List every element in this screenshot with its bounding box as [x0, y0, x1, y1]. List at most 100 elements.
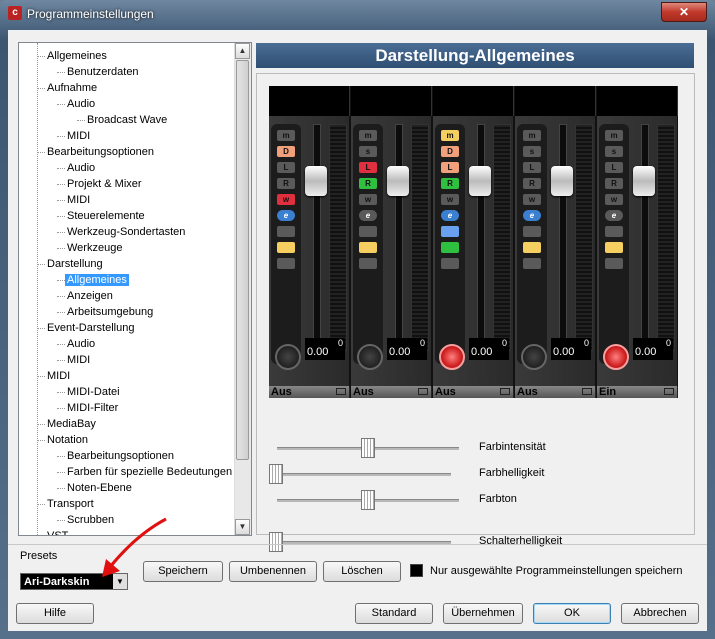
- tree-item[interactable]: MIDI: [67, 192, 90, 208]
- write-button[interactable]: w: [441, 194, 459, 205]
- volume-fader[interactable]: [551, 166, 573, 196]
- tree-item[interactable]: Farben für spezielle Bedeutungen: [67, 464, 232, 480]
- tree-item[interactable]: Audio: [67, 96, 95, 112]
- insert-button[interactable]: [441, 226, 459, 237]
- rename-preset-button[interactable]: Umbenennen: [229, 561, 317, 582]
- scroll-thumb[interactable]: [236, 60, 249, 460]
- mute-button[interactable]: m: [441, 130, 459, 141]
- monitor-button[interactable]: [441, 242, 459, 253]
- write-button[interactable]: w: [277, 194, 295, 205]
- edit-button[interactable]: e: [605, 210, 623, 221]
- edit-button[interactable]: e: [359, 210, 377, 221]
- read-button[interactable]: R: [359, 178, 377, 189]
- read-button[interactable]: R: [523, 178, 541, 189]
- appearance-slider[interactable]: [269, 464, 451, 484]
- solo-button[interactable]: s: [359, 146, 377, 157]
- appearance-slider[interactable]: [277, 438, 459, 458]
- volume-fader[interactable]: [469, 166, 491, 196]
- channel-state-label[interactable]: Aus: [269, 386, 350, 398]
- listen-button[interactable]: L: [605, 162, 623, 173]
- scroll-down-button[interactable]: ▼: [235, 519, 250, 535]
- tree-item[interactable]: Noten-Ebene: [67, 480, 132, 496]
- insert-button[interactable]: [605, 226, 623, 237]
- slider-track[interactable]: [269, 473, 451, 476]
- tree-item[interactable]: Arbeitsumgebung: [67, 304, 153, 320]
- record-enable-button[interactable]: [521, 344, 547, 370]
- volume-fader[interactable]: [305, 166, 327, 196]
- tree-item[interactable]: Werkzeuge: [67, 240, 122, 256]
- slider-thumb[interactable]: [269, 532, 283, 552]
- solo-button[interactable]: s: [523, 146, 541, 157]
- volume-fader[interactable]: [633, 166, 655, 196]
- mute-button[interactable]: m: [605, 130, 623, 141]
- tree-item[interactable]: Broadcast Wave: [87, 112, 167, 128]
- lock-button[interactable]: [359, 258, 377, 269]
- close-button[interactable]: ✕: [661, 2, 707, 22]
- slider-thumb[interactable]: [361, 490, 375, 510]
- tree-item[interactable]: MIDI-Datei: [67, 384, 120, 400]
- channel-state-label[interactable]: Aus: [515, 386, 596, 398]
- mute-button[interactable]: m: [359, 130, 377, 141]
- appearance-slider[interactable]: [269, 532, 451, 552]
- tree-item[interactable]: Audio: [67, 160, 95, 176]
- write-button[interactable]: w: [359, 194, 377, 205]
- scroll-up-button[interactable]: ▲: [235, 43, 250, 59]
- solo-defeat-button[interactable]: D: [277, 146, 295, 157]
- write-button[interactable]: w: [523, 194, 541, 205]
- listen-button[interactable]: L: [359, 162, 377, 173]
- insert-button[interactable]: [359, 226, 377, 237]
- appearance-slider[interactable]: [277, 490, 459, 510]
- read-button[interactable]: R: [441, 178, 459, 189]
- mute-button[interactable]: m: [277, 130, 295, 141]
- tree-item[interactable]: Bearbeitungsoptionen: [47, 144, 154, 160]
- edit-button[interactable]: e: [523, 210, 541, 221]
- tree-item[interactable]: Anzeigen: [67, 288, 113, 304]
- cancel-button[interactable]: Abbrechen: [621, 603, 699, 624]
- title-bar[interactable]: c Programmeinstellungen ✕: [0, 0, 715, 28]
- ok-button[interactable]: OK: [533, 603, 611, 624]
- tree-item[interactable]: Audio: [67, 336, 95, 352]
- tree-item[interactable]: MIDI-Filter: [67, 400, 118, 416]
- listen-button[interactable]: L: [441, 162, 459, 173]
- tree-item[interactable]: Projekt & Mixer: [67, 176, 142, 192]
- insert-button[interactable]: [277, 226, 295, 237]
- tree-item[interactable]: Aufnahme: [47, 80, 97, 96]
- save-preset-button[interactable]: Speichern: [143, 561, 223, 582]
- tree-item[interactable]: Bearbeitungsoptionen: [67, 448, 174, 464]
- read-button[interactable]: R: [277, 178, 295, 189]
- tree-item[interactable]: Werkzeug-Sondertasten: [67, 224, 185, 240]
- solo-button[interactable]: s: [605, 146, 623, 157]
- edit-button[interactable]: e: [441, 210, 459, 221]
- channel-state-label[interactable]: Aus: [351, 386, 432, 398]
- solo-defeat-button[interactable]: D: [441, 146, 459, 157]
- record-enable-button[interactable]: [357, 344, 383, 370]
- slider-thumb[interactable]: [361, 438, 375, 458]
- lock-button[interactable]: [523, 258, 541, 269]
- record-enable-button[interactable]: [603, 344, 629, 370]
- tree-item[interactable]: Event-Darstellung: [47, 320, 134, 336]
- volume-fader[interactable]: [387, 166, 409, 196]
- tree-item[interactable]: VST: [47, 528, 68, 535]
- insert-button[interactable]: [523, 226, 541, 237]
- record-enable-button[interactable]: [275, 344, 301, 370]
- channel-state-label[interactable]: Ein: [597, 386, 678, 398]
- listen-button[interactable]: L: [277, 162, 295, 173]
- write-button[interactable]: w: [605, 194, 623, 205]
- monitor-button[interactable]: [605, 242, 623, 253]
- tree-item[interactable]: Allgemeines: [65, 272, 129, 288]
- tree-item[interactable]: Steuerelemente: [67, 208, 145, 224]
- mute-button[interactable]: m: [523, 130, 541, 141]
- tree-item[interactable]: Allgemeines: [47, 48, 107, 64]
- tree-item[interactable]: MediaBay: [47, 416, 96, 432]
- tree-item[interactable]: Transport: [47, 496, 94, 512]
- delete-preset-button[interactable]: Löschen: [323, 561, 401, 582]
- monitor-button[interactable]: [523, 242, 541, 253]
- slider-thumb[interactable]: [269, 464, 283, 484]
- tree-item[interactable]: MIDI: [67, 128, 90, 144]
- read-button[interactable]: R: [605, 178, 623, 189]
- standard-button[interactable]: Standard: [355, 603, 433, 624]
- listen-button[interactable]: L: [523, 162, 541, 173]
- lock-button[interactable]: [605, 258, 623, 269]
- apply-button[interactable]: Übernehmen: [443, 603, 523, 624]
- tree-item[interactable]: Darstellung: [47, 256, 103, 272]
